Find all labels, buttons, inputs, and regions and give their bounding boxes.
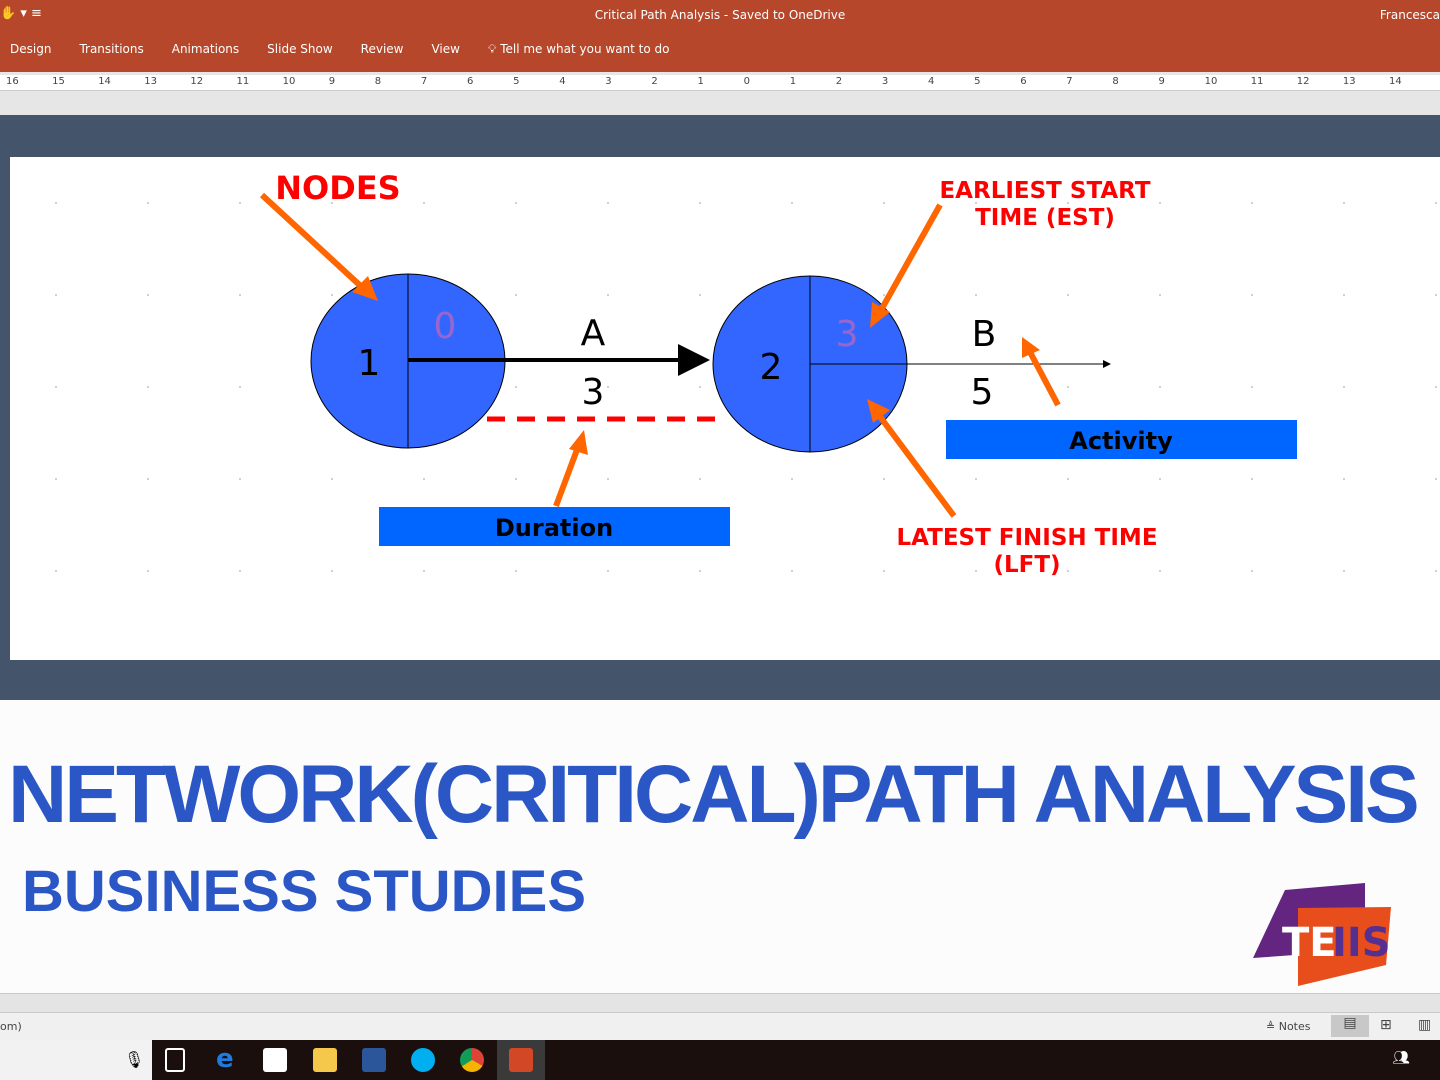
svg-text:TE: TE — [1282, 920, 1337, 966]
label-lft-line2: (LFT) — [993, 552, 1060, 578]
label-nodes: NODES — [275, 169, 400, 207]
edge-icon[interactable]: e — [216, 1044, 240, 1074]
normal-view-icon[interactable]: ▤ — [1331, 1015, 1369, 1037]
microphone-icon[interactable]: 🎙︎ — [124, 1050, 144, 1069]
label-est-line1: EARLIEST START — [939, 178, 1150, 204]
chrome-icon[interactable] — [460, 1048, 484, 1072]
next-slide[interactable] — [0, 700, 1440, 993]
activity-b-name: B — [972, 314, 997, 355]
node-1-est: 0 — [434, 306, 457, 347]
activity-box-label: Activity — [1069, 427, 1173, 455]
people-icon[interactable]: 👥︎ — [1392, 1050, 1410, 1066]
node-1-number: 1 — [358, 343, 381, 384]
file-explorer-icon[interactable] — [313, 1048, 337, 1072]
skype-icon[interactable] — [411, 1048, 435, 1072]
activity-a-duration: 3 — [582, 372, 605, 413]
slide2-subtitle: BUSINESS STUDIES — [22, 859, 586, 924]
notes-label: Notes — [1278, 1020, 1311, 1033]
powerpoint-icon[interactable] — [509, 1048, 533, 1072]
node-2-number: 2 — [760, 347, 783, 388]
notes-button[interactable]: ≜ Notes — [1266, 1020, 1311, 1033]
activity-a-name: A — [581, 313, 606, 354]
store-icon[interactable] — [263, 1048, 287, 1072]
duration-box-label: Duration — [495, 514, 613, 542]
activity-b-duration: 5 — [971, 372, 994, 413]
task-view-icon[interactable] — [165, 1048, 185, 1072]
taskbar-search[interactable]: 🎙︎ — [0, 1040, 152, 1080]
status-text: om) — [0, 1020, 22, 1033]
status-bar: om) ≜ Notes ▤ ⊞ ▥ — [0, 1012, 1440, 1040]
taskbar: 🎙︎ e 👥︎ — [0, 1040, 1440, 1080]
slide2-title: NETWORK(CRITICAL)PATH ANALYSIS — [8, 749, 1420, 840]
slide-sorter-icon[interactable]: ⊞ — [1380, 1017, 1392, 1033]
node-2-est: 3 — [836, 314, 859, 355]
word-icon[interactable] — [362, 1048, 386, 1072]
svg-text:IIS: IIS — [1332, 920, 1391, 966]
horizontal-scrollbar[interactable] — [0, 993, 1440, 1012]
reading-view-icon[interactable]: ▥ — [1418, 1017, 1431, 1033]
notes-icon: ≜ — [1266, 1020, 1279, 1033]
network-diagram: 1 0 A 3 2 3 B 5 NODES EARLIEST START TIM… — [259, 169, 1297, 578]
label-lft-line1: LATEST FINISH TIME — [896, 525, 1157, 551]
teiis-logo: TE IIS — [1253, 883, 1391, 986]
label-est-line2: TIME (EST) — [975, 205, 1115, 231]
node-2[interactable] — [712, 275, 908, 453]
